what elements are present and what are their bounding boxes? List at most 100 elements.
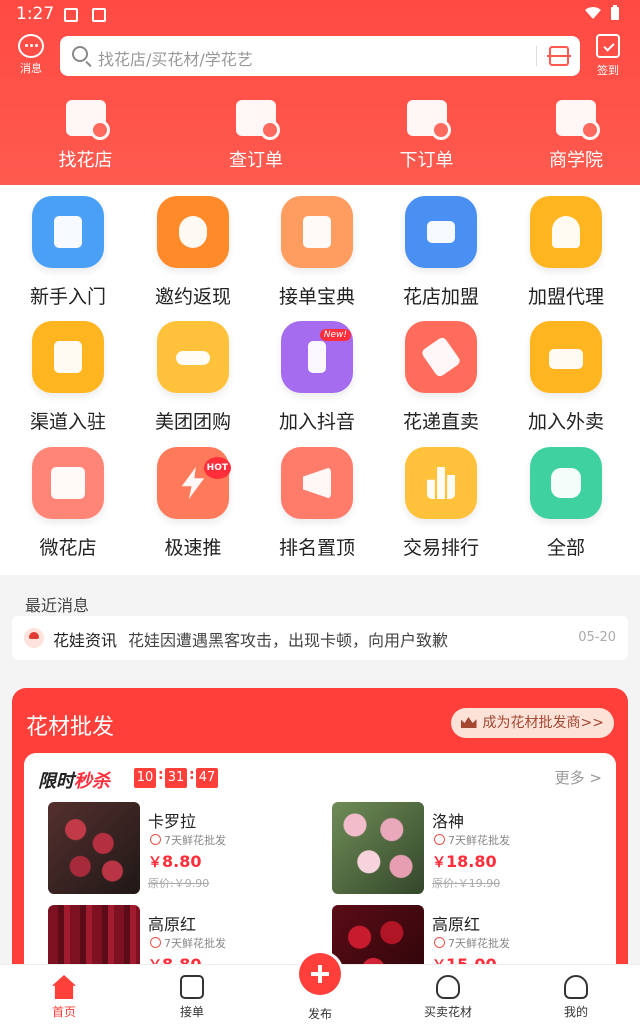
product-card[interactable]: 卡罗拉 7天鲜花批发 ￥8.80 原价:￥9.90	[38, 802, 318, 898]
countdown-hours: 10	[134, 768, 156, 788]
product-name: 高原红	[148, 915, 197, 934]
grid-label: 渠道入驻	[29, 411, 106, 433]
user-icon	[564, 975, 588, 999]
wholesale-card: 花材批发 成为花材批发商>> 限时秒杀 10 : 31 : 47 更多 > 卡罗…	[12, 688, 628, 993]
grid-label: 美团团购	[154, 411, 231, 433]
quick-find-shop[interactable]: 找花店	[0, 100, 171, 172]
grid-item-all[interactable]: 全部	[504, 447, 628, 560]
product-name: 卡罗拉	[148, 812, 197, 831]
grid-item-invite-cashback[interactable]: 邀约返现	[131, 196, 255, 309]
grid-item-meituan[interactable]: 美团团购	[131, 321, 255, 434]
search-icon	[72, 46, 88, 62]
countdown-minutes: 31	[165, 768, 187, 788]
grid-item-direct-sale[interactable]: 花递直卖	[379, 321, 503, 434]
grid-item-speed-push[interactable]: HOT 极速推	[131, 447, 255, 560]
grid-item-order-guide[interactable]: 接单宝典	[255, 196, 379, 309]
nav-home[interactable]: 首页	[0, 965, 128, 1024]
home-icon	[52, 975, 76, 999]
order-search-icon	[236, 100, 280, 140]
nav-label: 发布	[307, 1007, 332, 1021]
store-enter-icon	[32, 321, 104, 393]
kangaroo-icon	[157, 321, 229, 393]
nav-receive-orders[interactable]: 接单	[128, 965, 256, 1024]
crown-icon	[405, 196, 477, 268]
messages-button[interactable]: 消息	[14, 34, 48, 76]
nav-label: 接单	[179, 1005, 204, 1019]
gallery-icon	[64, 8, 78, 22]
lightning-icon: HOT	[157, 447, 231, 519]
grid-item-channel[interactable]: 渠道入驻	[6, 321, 130, 434]
grid-item-trade-ranking[interactable]: 交易排行	[379, 447, 503, 560]
currency: ￥	[432, 855, 446, 871]
chat-bubble-icon	[18, 34, 44, 58]
more-link[interactable]: 更多 >	[555, 767, 602, 788]
quick-check-order[interactable]: 查订单	[171, 100, 341, 172]
grid-label: 邀约返现	[154, 286, 231, 308]
flash-title-a: 限时	[38, 771, 74, 792]
clipboard-send-icon	[406, 100, 451, 140]
quick-label: 下订单	[399, 150, 454, 171]
price-value: 8.80	[162, 852, 202, 871]
messages-label: 消息	[20, 62, 42, 75]
scan-icon[interactable]	[547, 46, 571, 66]
search-placeholder[interactable]: 找花店/买花材/学花艺	[98, 46, 253, 70]
sign-in-button[interactable]: 签到	[592, 34, 624, 78]
product-name: 高原红	[432, 915, 481, 934]
order-receive-icon	[180, 975, 204, 999]
grid-label: 微花店	[39, 537, 97, 559]
nav-label: 首页	[51, 1005, 76, 1019]
status-bar: 1:27	[0, 0, 640, 30]
flash-sale-title: 限时秒杀	[38, 767, 110, 793]
calendar-check-icon	[596, 34, 620, 58]
quick-business-school[interactable]: 商学院	[512, 100, 640, 172]
countdown-sep: :	[189, 767, 195, 783]
grid-label: 新手入门	[29, 286, 106, 308]
nav-profile[interactable]: 我的	[512, 965, 640, 1024]
grid-item-newbie[interactable]: 新手入门	[6, 196, 130, 309]
quick-label: 查订单	[229, 150, 283, 171]
product-card[interactable]: 洛神 7天鲜花批发 ￥18.80 原价:￥19.90	[322, 802, 602, 898]
grid-item-takeaway[interactable]: 加入外卖	[504, 321, 628, 434]
product-name: 洛神	[432, 812, 465, 831]
product-price: ￥8.80	[148, 852, 201, 872]
grid-label: 全部	[546, 537, 585, 559]
book-icon	[32, 196, 104, 268]
news-text: 花娃因遭遇黑客攻击，出现卡顿，向用户致歉	[128, 631, 449, 650]
product-image	[48, 802, 140, 894]
quick-label: 找花店	[58, 150, 113, 171]
quick-place-order[interactable]: 下订单	[341, 100, 512, 172]
font-icon	[92, 8, 106, 22]
countdown-seconds: 47	[196, 768, 218, 788]
wifi-icon	[585, 6, 601, 19]
nav-label: 我的	[563, 1005, 588, 1019]
quick-actions: 找花店 查订单 下订单 商学院	[0, 100, 640, 172]
plus-icon[interactable]	[299, 953, 341, 995]
grid-item-douyin[interactable]: New! 加入抖音	[255, 321, 379, 434]
product-tag: 7天鲜花批发	[148, 935, 226, 951]
product-price: ￥18.80	[432, 852, 497, 872]
header: 1:27 消息 找花店/买花材/学花艺 签到 找花店 查订单 下订单 商学院	[0, 0, 640, 185]
grid-label: 花递直卖	[402, 411, 479, 433]
sign-in-label: 签到	[597, 64, 619, 77]
grid-label: 加入抖音	[278, 411, 355, 433]
price-tag-icon	[405, 321, 477, 393]
become-wholesaler-button[interactable]: 成为花材批发商>>	[450, 708, 614, 738]
nav-publish[interactable]: 发布	[256, 953, 384, 1024]
search-bar[interactable]: 找花店/买花材/学花艺	[60, 36, 580, 76]
product-tag: 7天鲜花批发	[148, 832, 226, 848]
news-source: 花娃资讯	[53, 631, 118, 650]
currency: ￥	[148, 855, 162, 871]
grid-item-agent[interactable]: 加盟代理	[504, 196, 628, 309]
grid-label: 花店加盟	[402, 286, 479, 308]
nav-trade-flowers[interactable]: 买卖花材	[384, 965, 512, 1024]
grid-item-shop-franchise[interactable]: 花店加盟	[379, 196, 503, 309]
grid-four-icon	[530, 447, 602, 519]
grid-item-mini-shop[interactable]: 微花店	[6, 447, 130, 560]
grid-label: 加盟代理	[527, 286, 604, 308]
news-item[interactable]: 花娃资讯 花娃因遭遇黑客攻击，出现卡顿，向用户致歉 05-20	[12, 616, 628, 660]
megaphone-icon	[281, 447, 353, 519]
mini-shop-icon	[32, 447, 104, 519]
grid-item-rank-top[interactable]: 排名置顶	[255, 447, 379, 560]
nav-label: 买卖花材	[423, 1005, 472, 1019]
product-original-price: 原价:￥9.90	[148, 877, 210, 890]
